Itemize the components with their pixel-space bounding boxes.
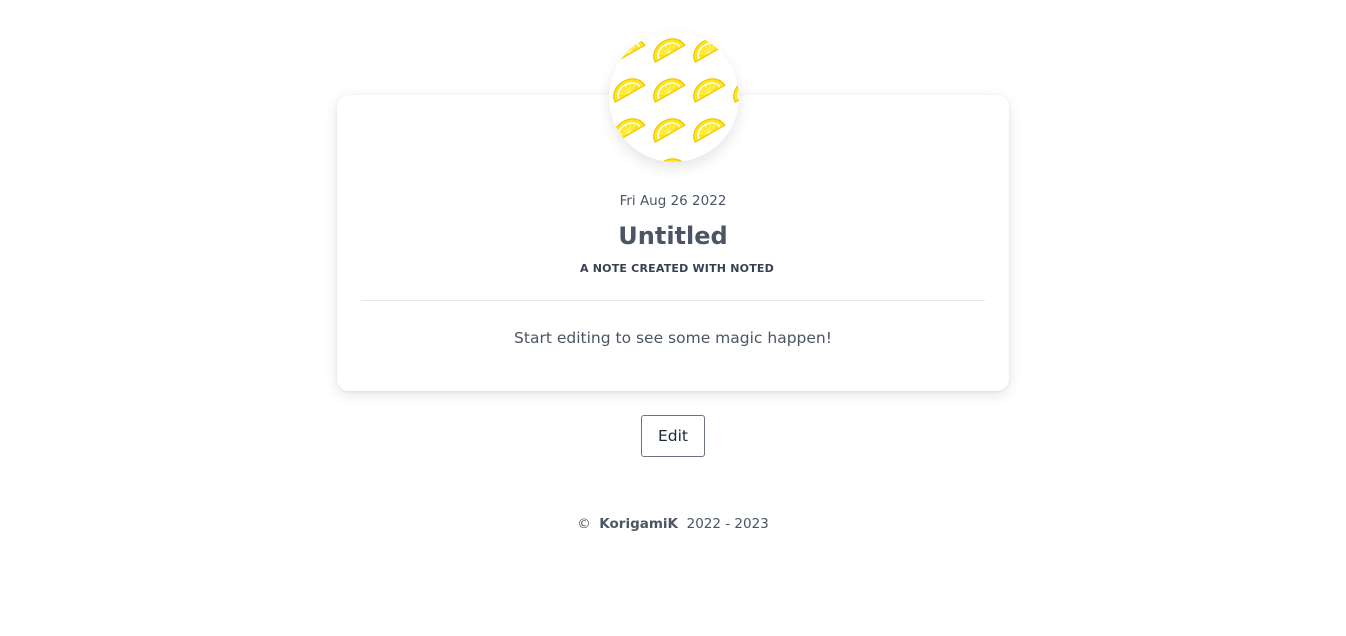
lemon-pattern-icon [613, 38, 739, 162]
note-content: Start editing to see some magic happen! [514, 329, 832, 347]
lemon-slice-icon [653, 78, 686, 104]
note-cover-avatar [609, 32, 739, 162]
lemon-slice-icon [733, 78, 739, 104]
footer: © KorigamiK 2022 - 2023 [0, 516, 1346, 532]
lemon-slice-icon [613, 78, 646, 104]
lemon-slice-icon [653, 38, 686, 64]
lemon-slice-icon [693, 78, 726, 104]
note-subtitle: A NOTE CREATED WITH NOTED [580, 262, 774, 275]
lemon-slice-icon [653, 118, 686, 144]
footer-years: 2022 - 2023 [686, 516, 769, 532]
lemon-slice-icon [613, 38, 646, 64]
lemon-slice-icon [693, 118, 726, 144]
footer-author: KorigamiK [599, 516, 679, 532]
copyright-symbol: © [577, 516, 591, 532]
lemon-slice-icon [733, 38, 739, 64]
edit-button[interactable]: Edit [641, 415, 705, 457]
note-date: Fri Aug 26 2022 [619, 193, 727, 209]
divider [361, 300, 985, 301]
page: Fri Aug 26 2022 Untitled A NOTE CREATED … [0, 0, 1346, 636]
note-title: Untitled [618, 222, 728, 250]
lemon-slice-icon [693, 38, 726, 64]
